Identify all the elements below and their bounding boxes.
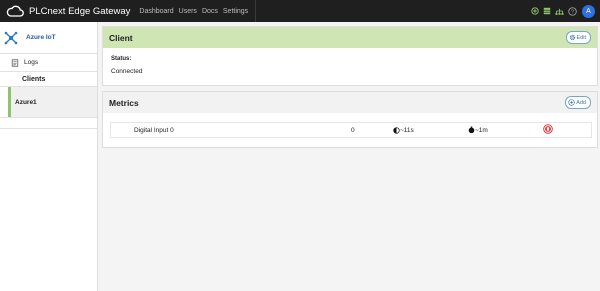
sampling-interval: ~11s bbox=[393, 127, 414, 134]
metric-row[interactable]: Digital Input 0 0 ~11s ~1m bbox=[110, 122, 592, 138]
metric-value: 0 bbox=[351, 126, 355, 134]
nav-settings[interactable]: Settings bbox=[223, 8, 248, 15]
metrics-card-header: Metrics Add bbox=[103, 92, 597, 113]
sidebar: Azure IoT Logs Clients Azure1 bbox=[0, 22, 98, 291]
document-icon bbox=[11, 58, 19, 67]
publish-interval: ~1m bbox=[468, 126, 488, 134]
sampling-interval-value: ~11s bbox=[400, 126, 414, 134]
add-circle-icon[interactable] bbox=[531, 7, 539, 15]
edit-button[interactable]: Edit bbox=[565, 31, 591, 44]
sidebar-item-logs[interactable]: Logs bbox=[0, 54, 97, 72]
stopwatch-icon bbox=[468, 126, 475, 134]
status-label: Status: bbox=[111, 56, 132, 62]
clients-header: Clients bbox=[0, 72, 97, 87]
app-name: PLCnext Edge Gateway bbox=[29, 5, 131, 17]
grid-icon[interactable] bbox=[543, 7, 551, 15]
client-card-title: Client bbox=[109, 32, 133, 43]
nav-users[interactable]: Users bbox=[179, 8, 197, 15]
delete-metric-icon[interactable] bbox=[543, 124, 553, 136]
half-clock-icon bbox=[393, 126, 400, 134]
top-bar: PLCnext Edge Gateway Dashboard Users Doc… bbox=[0, 0, 600, 22]
sidebar-item-label: Logs bbox=[24, 59, 39, 66]
metrics-card: Metrics Add Digital Input 0 0 ~11s ~1m bbox=[102, 91, 598, 148]
nav-dashboard[interactable]: Dashboard bbox=[139, 8, 173, 15]
top-icons: ? A bbox=[527, 0, 595, 22]
cloud-logo-icon bbox=[6, 5, 24, 17]
sidebar-footer bbox=[0, 117, 97, 129]
publish-interval-value: ~1m bbox=[475, 126, 488, 134]
metric-name: Digital Input 0 bbox=[134, 126, 174, 134]
help-icon[interactable]: ? bbox=[568, 6, 577, 16]
sidebar-app-header[interactable]: Azure IoT bbox=[0, 22, 97, 54]
edit-label: Edit bbox=[576, 34, 586, 41]
network-icon[interactable] bbox=[555, 7, 564, 15]
svg-text:?: ? bbox=[571, 9, 574, 15]
gear-icon bbox=[569, 34, 576, 41]
plus-circle-icon bbox=[568, 99, 575, 106]
nav-divider bbox=[255, 0, 257, 22]
client-card-header: Client Edit bbox=[103, 27, 597, 48]
client-card: Client Edit Status: Connected bbox=[102, 26, 598, 86]
sidebar-client-item[interactable]: Azure1 bbox=[8, 87, 97, 117]
top-nav: Dashboard Users Docs Settings bbox=[139, 8, 253, 15]
add-metric-button[interactable]: Add bbox=[565, 96, 591, 109]
status-value: Connected bbox=[111, 68, 143, 75]
azure-iot-icon bbox=[4, 31, 18, 44]
nav-docs[interactable]: Docs bbox=[202, 8, 218, 15]
add-label: Add bbox=[576, 99, 586, 106]
avatar[interactable]: A bbox=[582, 4, 595, 18]
metrics-card-title: Metrics bbox=[109, 97, 139, 108]
brand[interactable]: PLCnext Edge Gateway bbox=[6, 5, 130, 18]
sidebar-app-title: Azure IoT bbox=[26, 34, 56, 41]
